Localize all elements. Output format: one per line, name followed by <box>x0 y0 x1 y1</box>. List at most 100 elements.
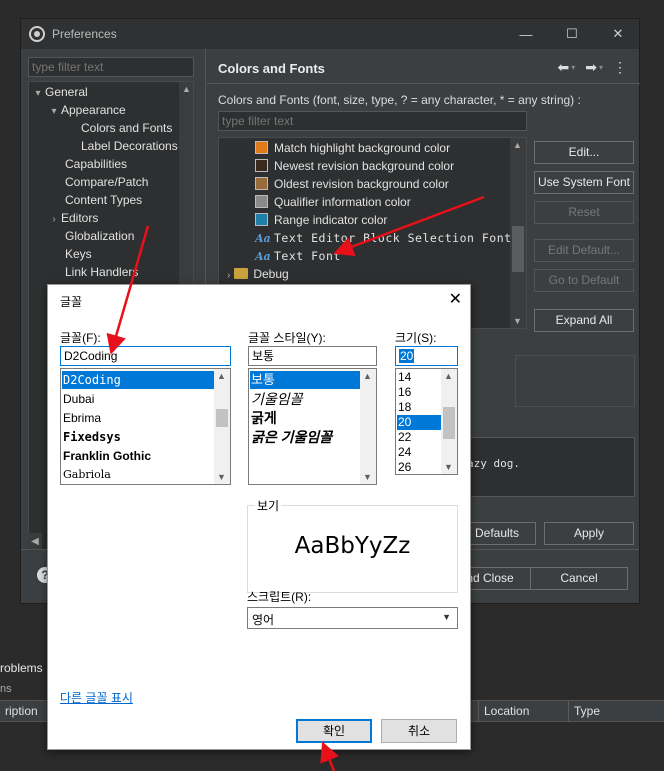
expand-arrow-icon[interactable]: ▾ <box>31 85 45 103</box>
column-type[interactable]: Type <box>568 701 660 722</box>
list-scrollbar[interactable]: ▲ ▼ <box>510 138 526 328</box>
tab-problems[interactable]: roblems <box>0 661 43 675</box>
font-style-list[interactable]: 보통 기울임꼴 굵게 굵은 기울임꼴 ▲ ▼ <box>248 368 377 485</box>
list-item[interactable]: 14 <box>397 370 411 385</box>
scroll-up-icon[interactable]: ▲ <box>513 140 522 150</box>
list-item[interactable]: Newest revision background color <box>255 157 454 175</box>
forward-dropdown-icon[interactable]: ▾ <box>599 63 603 72</box>
style-list-scrollbar[interactable]: ▲ ▼ <box>360 369 376 484</box>
page-title: Colors and Fonts <box>218 61 325 76</box>
back-dropdown-icon[interactable]: ▾ <box>571 63 575 72</box>
tree-item-colors-and-fonts[interactable]: Colors and Fonts <box>81 119 172 137</box>
scroll-up-icon[interactable]: ▲ <box>363 371 372 381</box>
tree-item-compare-patch[interactable]: Compare/Patch <box>65 173 148 191</box>
list-item-text-font[interactable]: Aa Text Font <box>255 247 341 265</box>
collapse-arrow-icon[interactable]: › <box>47 211 61 229</box>
scroll-up-icon[interactable]: ▲ <box>444 371 453 381</box>
show-more-fonts-link[interactable]: 다른 글꼴 표시 <box>60 689 133 706</box>
font-list-scrollbar[interactable]: ▲ ▼ <box>214 369 230 484</box>
font-size-list[interactable]: 14 16 18 20 22 24 26 ▲ ▼ <box>395 368 458 475</box>
list-item[interactable]: Ebrima <box>62 409 101 427</box>
tree-item-debug[interactable]: › Debug <box>227 265 289 283</box>
list-item[interactable]: D2Coding <box>62 371 214 389</box>
dialog-title: 글꼴 <box>60 295 83 309</box>
reset-button[interactable]: Reset <box>534 201 634 224</box>
scroll-up-icon[interactable]: ▲ <box>182 84 191 94</box>
minimize-button[interactable]: — <box>503 19 549 49</box>
description-box <box>515 355 635 407</box>
list-item[interactable]: Franklin Gothic <box>62 447 151 465</box>
list-item[interactable]: Dubai <box>62 390 94 408</box>
close-button[interactable]: ✕ <box>595 19 641 49</box>
color-swatch-icon <box>255 195 268 208</box>
tree-item-general[interactable]: ▾ General <box>31 83 87 103</box>
font-list[interactable]: D2Coding Dubai Ebrima Fixedsys Franklin … <box>60 368 231 485</box>
list-item[interactable]: 굵은 기울임꼴 <box>250 428 332 446</box>
list-item[interactable]: Qualifier information color <box>255 193 411 211</box>
chevron-down-icon: ▼ <box>442 612 451 622</box>
collapse-arrow-icon[interactable]: › <box>227 270 230 281</box>
maximize-button[interactable]: ☐ <box>549 19 595 49</box>
edit-default-button[interactable]: Edit Default... <box>534 239 634 262</box>
font-style-input[interactable]: 보통 <box>248 346 377 366</box>
tree-item-content-types[interactable]: Content Types <box>65 191 142 209</box>
forward-arrow-icon[interactable]: ➡ <box>585 59 597 76</box>
list-item[interactable]: 18 <box>397 400 411 415</box>
go-to-default-button[interactable]: Go to Default <box>534 269 634 292</box>
list-item[interactable]: 굵게 <box>250 409 277 427</box>
dialog-cancel-button[interactable]: 취소 <box>381 719 457 743</box>
scroll-down-icon[interactable]: ▼ <box>363 472 372 482</box>
eclipse-app-icon <box>29 26 45 42</box>
ok-button[interactable]: 확인 <box>296 719 372 743</box>
tree-item-keys[interactable]: Keys <box>65 245 92 263</box>
sample-label: 보기 <box>255 497 282 514</box>
style-label: 글꼴 스타일(Y): <box>248 331 326 345</box>
use-system-font-button[interactable]: Use System Font <box>534 171 634 194</box>
font-icon: Aa <box>255 250 271 263</box>
list-item[interactable]: 20 <box>397 415 441 430</box>
list-item[interactable]: 26 <box>397 460 411 474</box>
scroll-thumb[interactable] <box>512 226 524 272</box>
close-icon[interactable]: ✕ <box>449 289 462 309</box>
tree-item-link-handlers[interactable]: Link Handlers <box>65 263 138 281</box>
scroll-up-icon[interactable]: ▲ <box>217 371 226 381</box>
script-select[interactable]: 영어 ▼ <box>247 607 458 629</box>
header-separator <box>207 83 640 84</box>
list-item[interactable]: 22 <box>397 430 411 445</box>
list-item[interactable]: 16 <box>397 385 411 400</box>
list-item[interactable]: Match highlight background color <box>255 139 450 157</box>
color-swatch-icon <box>255 213 268 226</box>
list-item[interactable]: Range indicator color <box>255 211 387 229</box>
apply-button[interactable]: Apply <box>544 522 634 545</box>
expand-all-button[interactable]: Expand All <box>534 309 634 332</box>
font-size-input[interactable]: 20 <box>395 346 458 366</box>
tree-item-appearance[interactable]: ▾ Appearance <box>47 101 125 121</box>
view-menu-icon[interactable]: ⋮ <box>613 59 627 76</box>
list-item[interactable]: Aa Text Editor Block Selection Font <box>255 229 512 247</box>
colors-filter-input[interactable] <box>218 111 527 131</box>
scroll-down-icon[interactable]: ▼ <box>444 462 453 472</box>
tree-item-editors[interactable]: › Editors <box>47 209 98 227</box>
scroll-thumb[interactable] <box>216 409 228 427</box>
list-item[interactable]: 보통 <box>250 371 360 389</box>
tree-filter-input[interactable] <box>28 57 194 77</box>
scroll-thumb[interactable] <box>443 407 455 439</box>
scroll-down-icon[interactable]: ▼ <box>217 472 226 482</box>
tree-item-label-decorations[interactable]: Label Decorations <box>81 137 178 155</box>
list-item[interactable]: 24 <box>397 445 411 460</box>
size-list-scrollbar[interactable]: ▲ ▼ <box>441 369 457 474</box>
list-item[interactable]: Oldest revision background color <box>255 175 449 193</box>
tree-item-globalization[interactable]: Globalization <box>65 227 134 245</box>
list-item[interactable]: Gabriola <box>62 466 111 484</box>
column-location[interactable]: Location <box>478 701 568 722</box>
back-arrow-icon[interactable]: ⬅ <box>558 59 570 76</box>
tree-item-capabilities[interactable]: Capabilities <box>65 155 127 173</box>
expand-arrow-icon[interactable]: ▾ <box>47 103 61 121</box>
list-item[interactable]: 기울임꼴 <box>250 390 303 408</box>
cancel-button[interactable]: Cancel <box>530 567 628 590</box>
edit-button[interactable]: Edit... <box>534 141 634 164</box>
list-item[interactable]: Fixedsys <box>62 428 121 446</box>
scroll-down-icon[interactable]: ▼ <box>513 316 522 326</box>
sample-text: AaBbYyZz <box>294 533 411 559</box>
font-name-input[interactable]: D2Coding <box>60 346 231 366</box>
